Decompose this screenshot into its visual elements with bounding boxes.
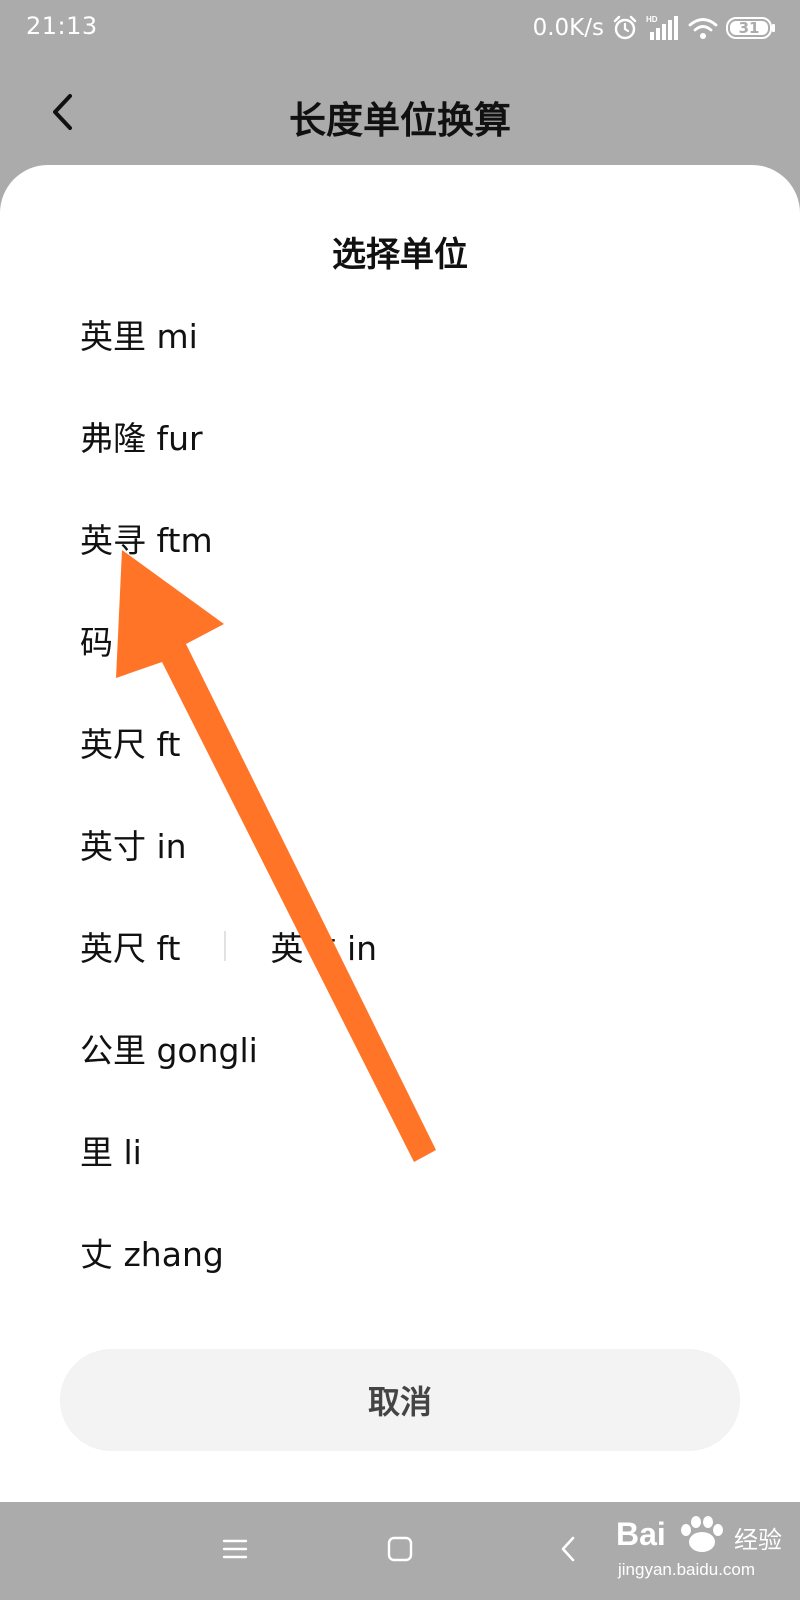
- network-speed: 0.0K/s: [532, 15, 604, 41]
- status-icons: 0.0K/s HD 31: [533, 12, 776, 44]
- unit-option-furlong[interactable]: 弗隆 fur: [0, 385, 800, 487]
- cancel-button[interactable]: 取消: [60, 1349, 740, 1451]
- unit-option-label: 英寻 ftm: [80, 521, 213, 560]
- alarm-icon: [612, 15, 638, 41]
- wifi-icon: [688, 16, 718, 40]
- title-bar: 长度单位换算: [0, 70, 800, 160]
- unit-option-label-secondary: 英寸 in: [270, 929, 378, 968]
- unit-option-label: 英尺 ft: [80, 725, 181, 764]
- unit-option-foot[interactable]: 英尺 ft: [0, 691, 800, 793]
- unit-option-inch[interactable]: 英寸 in: [0, 793, 800, 895]
- home-square-icon: [387, 1536, 413, 1566]
- baidu-jingyan-watermark: Bai 经验 jingyan.baidu.com: [616, 1516, 786, 1588]
- unit-option-kilometer[interactable]: 公里 gongli: [0, 997, 800, 1099]
- svg-text:HD: HD: [646, 15, 658, 24]
- status-bar: 21:13 0.0K/s HD 31: [0, 0, 800, 56]
- nav-back-button[interactable]: [546, 1529, 590, 1573]
- unit-option-label: 弗隆 fur: [80, 419, 203, 458]
- unit-option-fathom[interactable]: 英寻 ftm: [0, 487, 800, 589]
- navigation-bar: Bai 经验 jingyan.baidu.com: [0, 1502, 800, 1600]
- unit-option-label: 丈 zhang: [80, 1235, 224, 1274]
- unit-option-yard[interactable]: 码: [0, 589, 800, 691]
- unit-option-li[interactable]: 里 li: [0, 1099, 800, 1201]
- watermark-brand-cn: 经验: [734, 1526, 782, 1554]
- paw-logo-icon: [674, 1516, 730, 1558]
- home-button[interactable]: [378, 1529, 422, 1573]
- unit-option-label: 公里 gongli: [80, 1031, 258, 1070]
- unit-option-label: 里 li: [80, 1133, 142, 1172]
- status-time: 21:13: [26, 12, 98, 40]
- watermark-brand: Bai: [616, 1516, 666, 1552]
- unit-option-label: 英尺 ft: [80, 929, 181, 968]
- unit-picker-sheet: 选择单位 英里 mi 弗隆 fur 英寻 ftm 码 英尺 ft 英寸 in 英…: [0, 165, 800, 1502]
- page-title: 长度单位换算: [289, 99, 511, 142]
- battery-icon: 31: [726, 17, 776, 39]
- menu-button[interactable]: [213, 1529, 257, 1573]
- sheet-title: 选择单位: [332, 235, 468, 275]
- unit-option-foot-inch[interactable]: 英尺 ft 英寸 in: [0, 895, 800, 997]
- unit-list: 英里 mi 弗隆 fur 英寻 ftm 码 英尺 ft 英寸 in 英尺 ft …: [0, 283, 800, 1303]
- menu-icon: [222, 1538, 248, 1564]
- unit-option-label: 英里 mi: [80, 317, 198, 356]
- unit-option-label: 英寸 in: [80, 827, 187, 866]
- watermark-url: jingyan.baidu.com: [618, 1560, 756, 1579]
- back-icon: [558, 1535, 578, 1567]
- hd-signal-icon: HD: [646, 14, 680, 42]
- unit-option-zhang[interactable]: 丈 zhang: [0, 1201, 800, 1303]
- divider: [224, 931, 227, 961]
- unit-option-label: 码: [80, 623, 113, 662]
- battery-level: 31: [738, 19, 760, 37]
- unit-option-mile[interactable]: 英里 mi: [0, 283, 800, 385]
